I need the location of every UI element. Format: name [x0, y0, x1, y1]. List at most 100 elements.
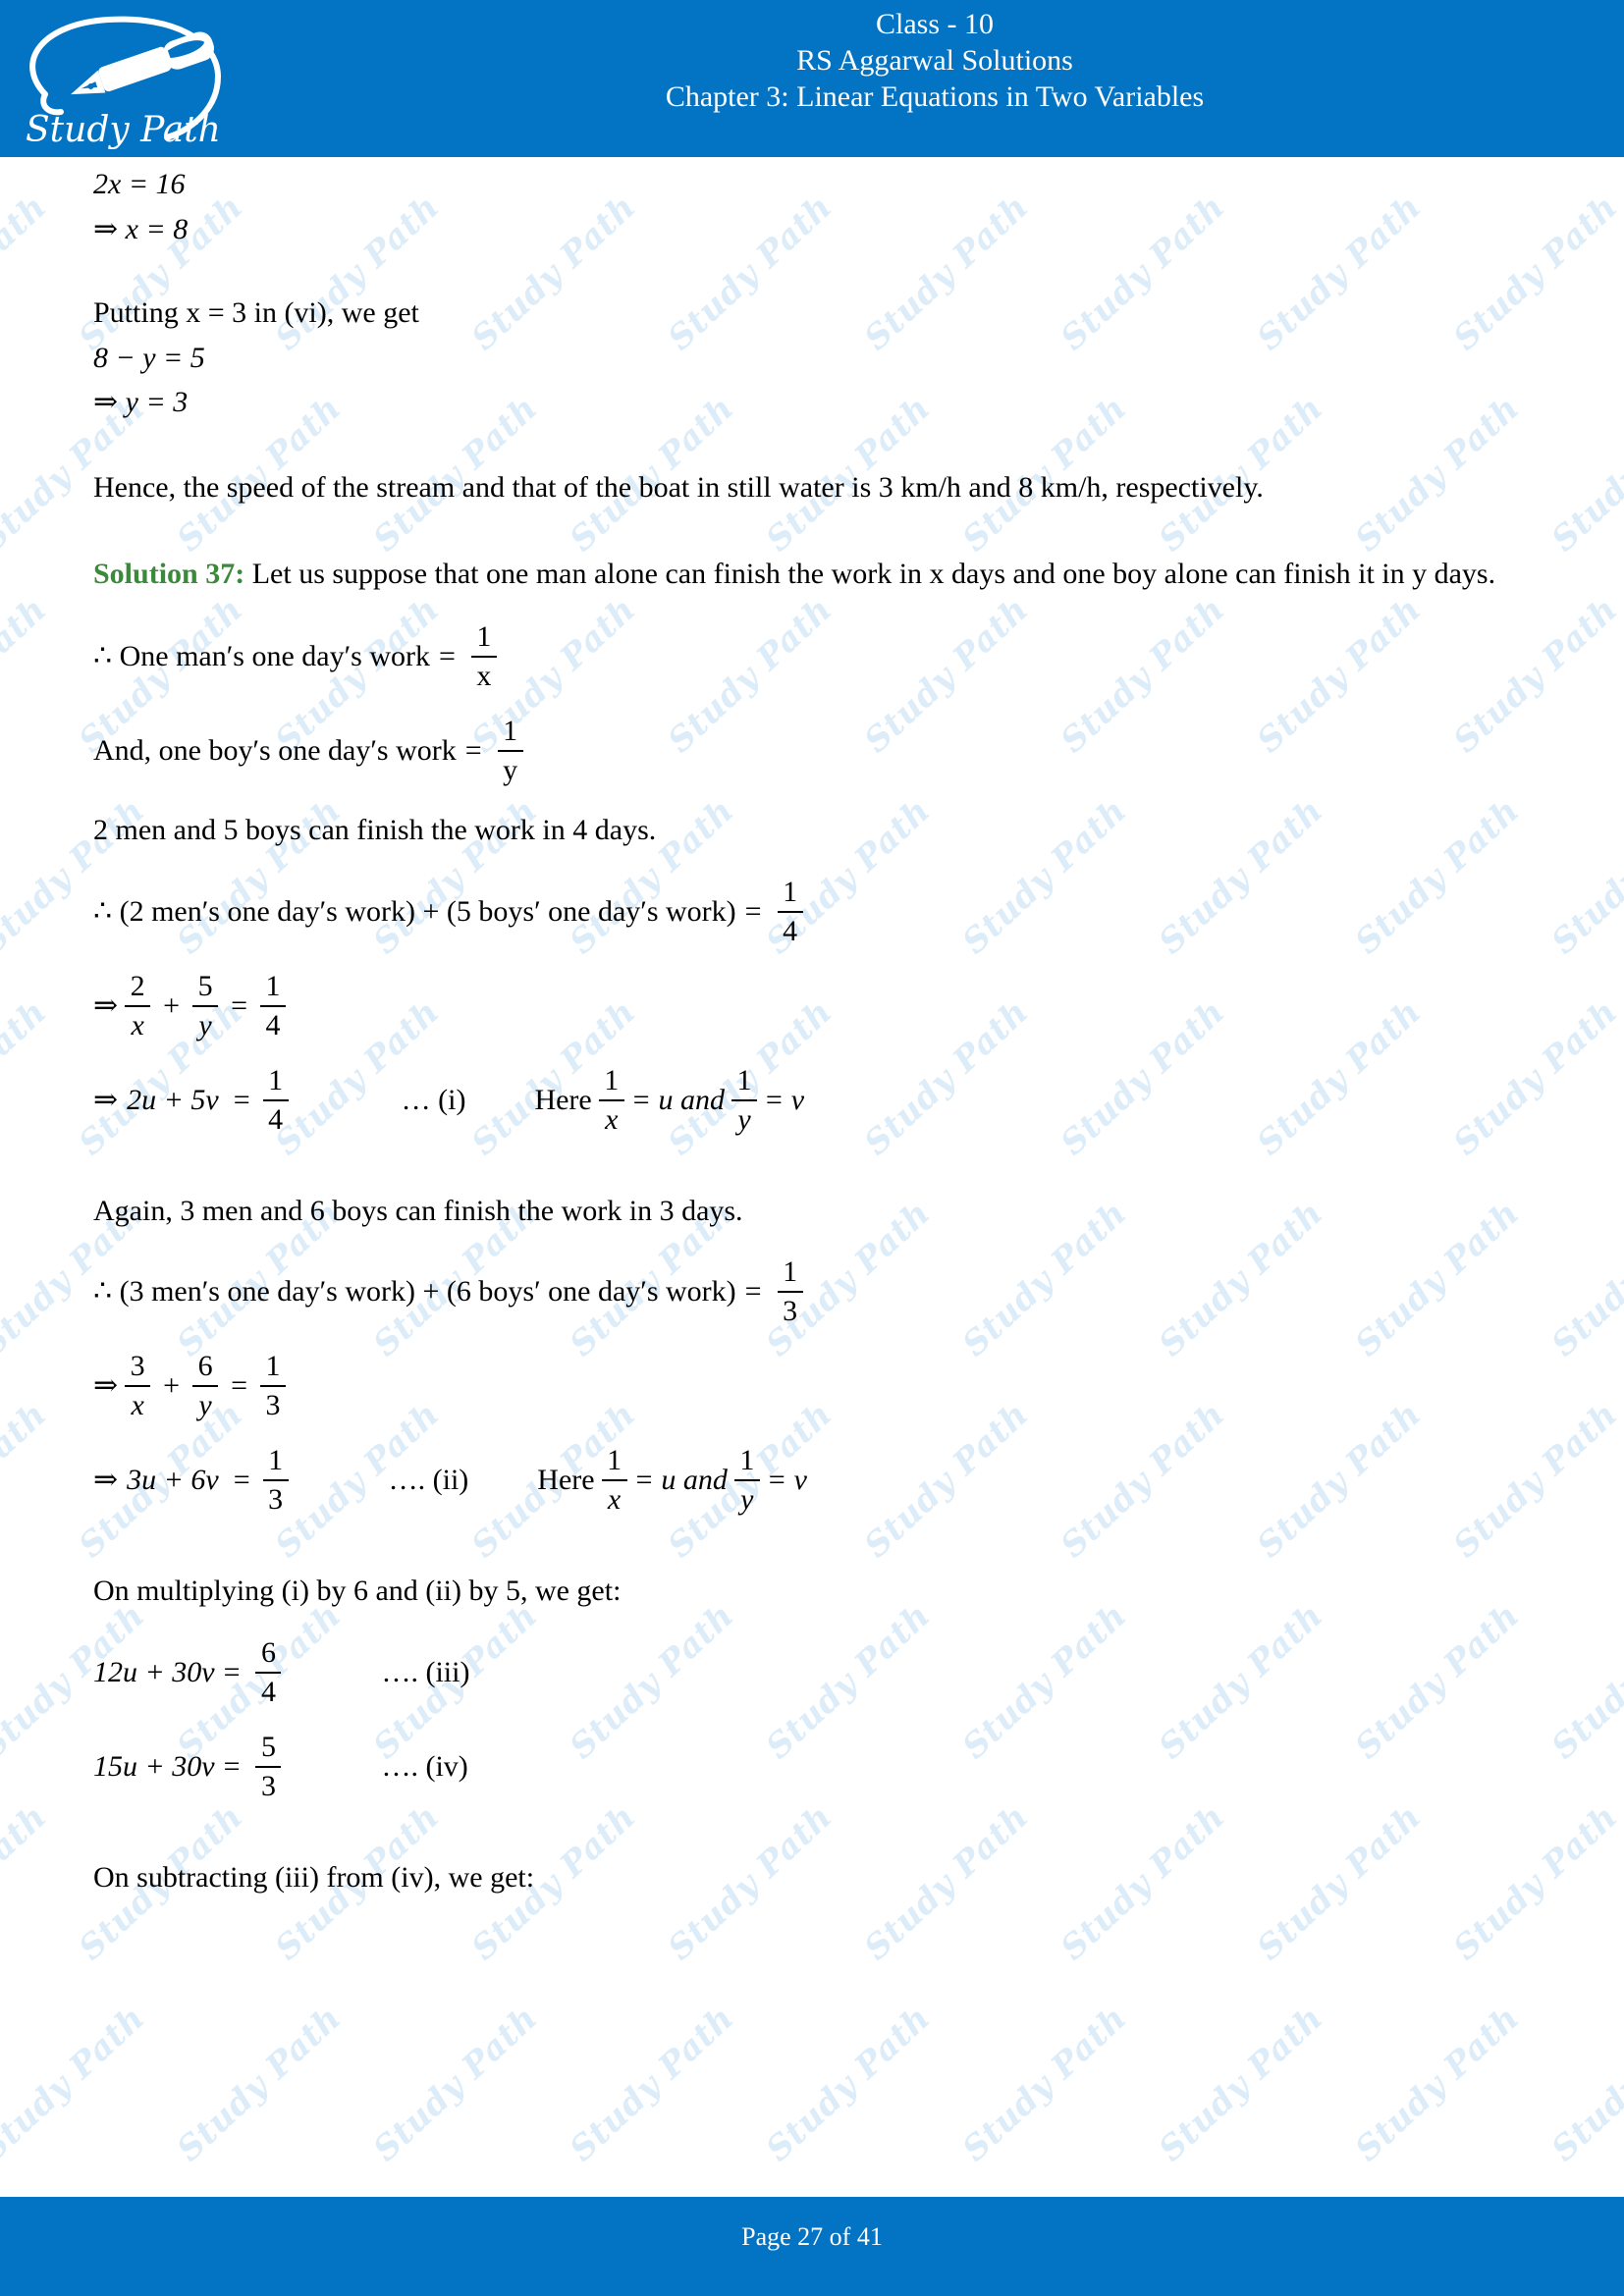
- implies-arrow: ⇒: [93, 1083, 119, 1116]
- fraction-1-over-y: 1 y: [733, 1444, 760, 1515]
- denominator: y: [198, 1008, 212, 1041]
- numerator: 5: [260, 1730, 276, 1763]
- numerator: 1: [783, 875, 798, 908]
- solution-37-intro: Let us suppose that one man alone can fi…: [251, 557, 1496, 590]
- page-footer: Page 27 of 41: [0, 2197, 1624, 2296]
- fraction-1-over-x: 1 x: [598, 1065, 624, 1136]
- equation-ii-lhs: 3u + 6v: [127, 1464, 219, 1497]
- denominator: x: [607, 1483, 622, 1517]
- denominator: y: [198, 1389, 212, 1422]
- equation-iii-tag: …. (iii): [381, 1655, 470, 1688]
- equation-ii-line: ⇒ 3u + 6v = 1 3 …. (ii) Here 1 x = u and…: [93, 1446, 1527, 1515]
- fraction-6-over-y: 6 y: [192, 1350, 219, 1422]
- numerator: 1: [736, 1063, 752, 1096]
- numerator: 5: [197, 969, 213, 1002]
- therefore-2men5boys-line: ∴ (2 men′s one day′s work) + (5 boys′ on…: [93, 875, 1527, 947]
- equals-sign: =: [438, 640, 456, 673]
- man-one-day-work-text: ∴ One man′s one day′s work: [93, 640, 430, 673]
- page-number-text: Page 27 of 41: [741, 2222, 883, 2251]
- header-chapter-line: Chapter 3: Linear Equations in Two Varia…: [665, 80, 1205, 114]
- statement-3men-6boys: Again, 3 men and 6 boys can finish the w…: [93, 1194, 743, 1227]
- denominator: x: [131, 1008, 144, 1041]
- therefore-3men6boys-line: ∴ (3 men′s one day′s work) + (6 boys′ on…: [93, 1257, 1527, 1326]
- equals-sign: =: [231, 988, 247, 1022]
- solution-37-label: Solution 37:: [93, 557, 245, 590]
- equation-i-line: ⇒ 2u + 5v = 1 4 … (i) Here 1 x = u and 1…: [93, 1063, 1527, 1136]
- fraction-1-over-y: 1 y: [497, 714, 523, 786]
- denominator: 4: [268, 1102, 284, 1136]
- numerator: 3: [130, 1350, 145, 1383]
- plus-sign: +: [163, 1369, 181, 1403]
- fraction-bar: [192, 1385, 219, 1388]
- fraction-bar: [733, 1479, 760, 1482]
- fraction-bar: [259, 1004, 286, 1007]
- equation-8-minus-y: 8 − y = 5: [93, 341, 205, 374]
- fraction-1-over-4: 1 4: [777, 875, 803, 947]
- header-class-line: Class - 10: [876, 8, 994, 40]
- boy-one-day-work-text: And, one boy′s one day′s work: [93, 734, 457, 768]
- watermark-text: Study Path: [1543, 1194, 1624, 1364]
- plus-sign: +: [163, 988, 181, 1022]
- fraction-bar: [598, 1098, 624, 1101]
- denominator: x: [605, 1102, 619, 1136]
- logo-wordmark: Study Path: [26, 110, 221, 150]
- numerator: 1: [607, 1444, 623, 1477]
- watermark-text: Study Path: [1347, 1998, 1528, 2169]
- fraction-6-over-4: 6 4: [255, 1635, 282, 1707]
- equation-y-3: ⇒ y = 3: [93, 386, 189, 419]
- fraction-bar: [497, 749, 523, 752]
- numerator: 1: [265, 1350, 281, 1383]
- header-titles: Class - 10 RS Aggarwal Solutions Chapter…: [245, 6, 1624, 116]
- fraction-1-over-x: 1 x: [601, 1444, 627, 1517]
- fraction-bar: [777, 910, 803, 913]
- fraction-bar: [192, 1004, 219, 1007]
- equals-sign: =: [233, 1464, 250, 1497]
- equation-iii-lhs: 12u + 30v: [93, 1655, 215, 1688]
- equation-3x-6y-third: ⇒ 3 x + 6 y = 1 3: [93, 1352, 1527, 1420]
- numerator: 1: [739, 1444, 755, 1477]
- watermark-text: Study Path: [0, 187, 55, 358]
- watermark-text: Study Path: [0, 1796, 55, 1968]
- header-book-line: RS Aggarwal Solutions: [796, 44, 1073, 78]
- solution-37-paragraph: Solution 37: Let us suppose that one man…: [93, 554, 1527, 595]
- fraction-1-over-x: 1 x: [470, 621, 497, 691]
- numerator: 1: [268, 1063, 284, 1096]
- watermark-text: Study Path: [562, 1998, 742, 2169]
- watermark-text: Study Path: [1543, 1999, 1624, 2169]
- numerator: 1: [503, 714, 518, 747]
- equals-sign: =: [744, 894, 762, 928]
- page: Study PathStudy PathStudy PathStudy Path…: [0, 0, 1624, 2296]
- equation-iv-lhs: 15u + 30v: [93, 1749, 215, 1783]
- statement-2men-5boys: 2 men and 5 boys can finish the work in …: [93, 813, 657, 846]
- equation-ii-tag: …. (ii): [388, 1464, 469, 1497]
- implies-arrow: ⇒: [93, 1369, 119, 1403]
- here-suffix-text: = v: [764, 1083, 805, 1116]
- page-header: Study Path Class - 10 RS Aggarwal Soluti…: [0, 0, 1624, 157]
- equation-i-tag: … (i): [401, 1083, 466, 1116]
- fraction-bar: [125, 1004, 151, 1007]
- watermark-text: Study Path: [758, 1998, 939, 2169]
- watermark-text: Study Path: [954, 1998, 1135, 2169]
- fraction-1-over-3: 1 3: [259, 1350, 286, 1420]
- numerator: 1: [268, 1444, 284, 1477]
- numerator: 1: [783, 1255, 798, 1289]
- fraction-1-over-4: 1 4: [262, 1063, 289, 1136]
- fraction-5-over-y: 5 y: [192, 969, 219, 1041]
- watermark-text: Study Path: [0, 1394, 55, 1566]
- here-suffix-text: = v: [766, 1464, 807, 1497]
- denominator: 4: [783, 914, 798, 947]
- equals-sign: =: [744, 1275, 762, 1308]
- fraction-1-over-3: 1 3: [262, 1444, 289, 1515]
- denominator: y: [503, 753, 518, 786]
- numerator: 6: [260, 1635, 276, 1669]
- numerator: 6: [197, 1350, 213, 1383]
- watermark-text: Study Path: [365, 1998, 546, 2169]
- therefore-3men6boys-text: ∴ (3 men′s one day′s work) + (6 boys′ on…: [93, 1275, 736, 1308]
